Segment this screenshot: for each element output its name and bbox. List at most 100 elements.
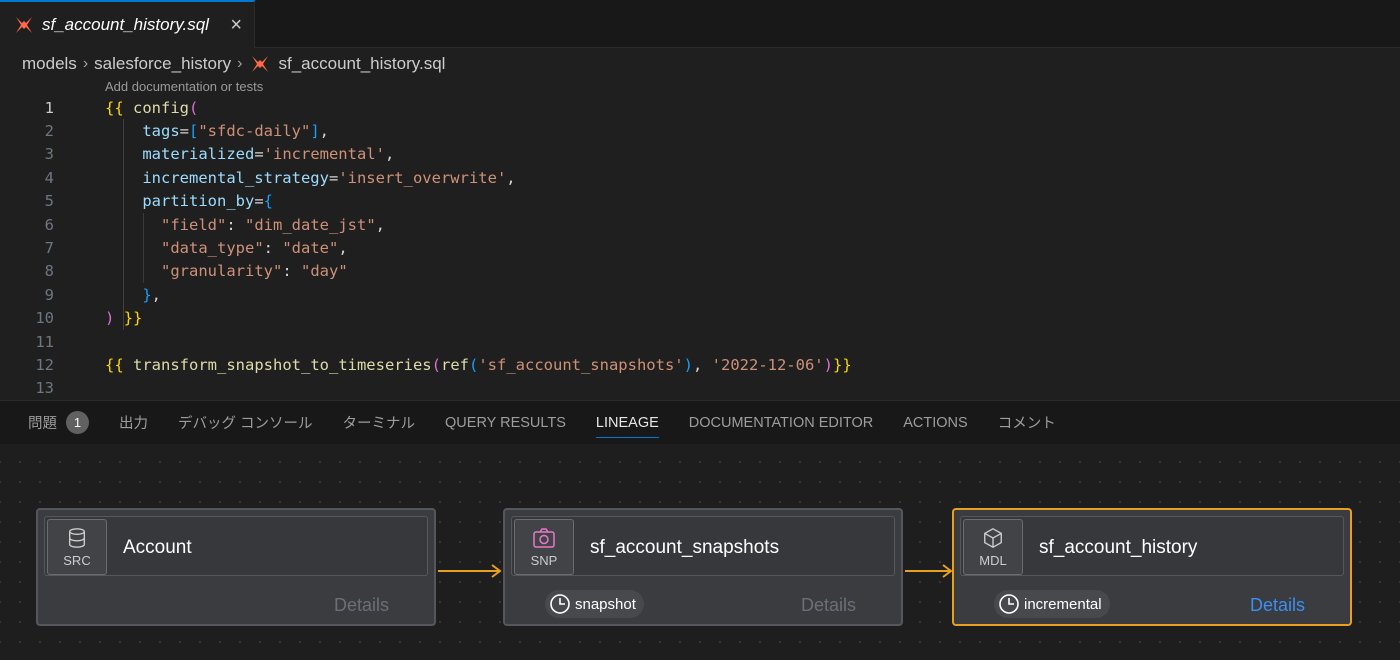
materialization-pill: snapshot xyxy=(545,590,644,618)
code-line[interactable]: 2 tags=["sfdc-daily"], xyxy=(0,119,1400,142)
line-number: 11 xyxy=(35,332,54,351)
panel-tab[interactable]: ターミナル xyxy=(343,401,416,445)
code-line[interactable]: 8 "granularity": "day" xyxy=(0,260,1400,283)
code-text: partition_by={ xyxy=(142,192,273,211)
panel-tab[interactable]: DOCUMENTATION EDITOR xyxy=(689,401,873,445)
breadcrumb: models › salesforce_history › sf_account… xyxy=(22,52,445,76)
code-text: tags=["sfdc-daily"], xyxy=(142,122,330,141)
breadcrumb-item-models[interactable]: models xyxy=(22,54,77,74)
line-number: 3 xyxy=(44,145,54,164)
editor-tab-bar: sf_account_history.sql × xyxy=(0,0,1400,48)
code-line[interactable]: 11 xyxy=(0,330,1400,353)
code-line[interactable]: 9 }, xyxy=(0,283,1400,306)
code-text: "data_type": "date", xyxy=(161,239,348,258)
pill-label: snapshot xyxy=(575,595,636,613)
code-text: {{ config( xyxy=(105,98,199,117)
cube-icon xyxy=(984,527,1002,548)
lineage-canvas[interactable]: SRC Account Details SNP sf_account_snaps… xyxy=(0,444,1400,660)
code-text: "field": "dim_date_jst", xyxy=(161,215,385,234)
line-number: 4 xyxy=(44,168,54,187)
node-type-badge: SNP xyxy=(514,519,574,575)
node-abbr: SRC xyxy=(63,552,91,568)
tab-title: sf_account_history.sql xyxy=(42,15,209,34)
clock-icon xyxy=(999,594,1019,614)
editor-tab[interactable]: sf_account_history.sql × xyxy=(0,0,255,48)
panel-tab-label: 出力 xyxy=(119,416,148,432)
code-line[interactable]: 4 incremental_strategy='insert_overwrite… xyxy=(0,166,1400,189)
clock-icon xyxy=(550,594,570,614)
node-name: sf_account_snapshots xyxy=(590,537,780,558)
panel-tab-label: ターミナル xyxy=(342,416,416,432)
details-link[interactable]: Details xyxy=(801,595,856,616)
code-editor[interactable]: 1{{ config(2 tags=["sfdc-daily"], 3 mater… xyxy=(0,96,1400,400)
panel-tab-label: 問題 xyxy=(28,416,57,432)
node-header: MDL sf_account_history xyxy=(960,516,1344,576)
node-header: SRC Account xyxy=(44,516,428,576)
node-name: Account xyxy=(123,537,192,558)
details-link[interactable]: Details xyxy=(1250,595,1305,616)
lineage-node-model[interactable]: MDL sf_account_history incremental Detai… xyxy=(952,508,1352,626)
panel-tab-label: LINEAGE xyxy=(595,414,659,431)
node-name: sf_account_history xyxy=(1039,537,1198,558)
panel-tab[interactable]: デバッグ コンソール xyxy=(178,401,313,445)
code-text: "granularity": "day" xyxy=(161,262,348,281)
code-line[interactable]: 7 "data_type": "date", xyxy=(0,236,1400,259)
materialization-pill: incremental xyxy=(994,590,1110,618)
line-number: 2 xyxy=(44,122,54,141)
panel-tab[interactable]: 問題 1 xyxy=(28,401,89,445)
lineage-edge-arrow xyxy=(438,564,502,578)
codelens-add-docs[interactable]: Add documentation or tests xyxy=(105,79,263,94)
panel-tab-bar: 問題 1 出力 デバッグ コンソール ターミナル QUERY RESULTS LINEAGE… xyxy=(0,400,1400,444)
lineage-node-snapshot[interactable]: SNP sf_account_snapshots snapshot Detail… xyxy=(503,508,903,626)
code-line[interactable]: 1 {{ config( xyxy=(0,96,1400,119)
code-text: ) }} xyxy=(105,309,143,328)
close-icon[interactable]: × xyxy=(230,14,242,37)
line-number: 12 xyxy=(35,356,54,375)
pill-label: incremental xyxy=(1024,595,1102,613)
lineage-edge-arrow xyxy=(905,564,953,578)
chevron-right-icon: › xyxy=(237,55,243,72)
line-number: 5 xyxy=(44,192,54,211)
panel-tab-label: QUERY RESULTS xyxy=(445,414,566,431)
panel-tab[interactable]: LINEAGE xyxy=(595,401,659,445)
panel-tab[interactable]: QUERY RESULTS xyxy=(445,401,566,445)
line-number: 10 xyxy=(35,309,54,328)
panel-tab-label: コメント xyxy=(997,416,1056,432)
panel-tab-label: ACTIONS xyxy=(903,414,968,431)
code-text: incremental_strategy='insert_overwrite', xyxy=(142,168,516,187)
node-type-badge: MDL xyxy=(963,519,1023,575)
code-text: {{ transform_snapshot_to_timeseries(ref(… xyxy=(105,356,852,375)
dbt-logo-icon xyxy=(252,56,269,72)
node-abbr: MDL xyxy=(979,552,1007,568)
code-line[interactable]: 6 "field": "dim_date_jst", xyxy=(0,213,1400,236)
code-line[interactable]: 12 {{ transform_snapshot_to_timeseries(re… xyxy=(0,353,1400,376)
panel-tab[interactable]: 出力 xyxy=(119,401,148,445)
lineage-node-source[interactable]: SRC Account Details xyxy=(36,508,436,626)
panel-tab[interactable]: コメント xyxy=(998,401,1056,445)
code-line[interactable]: 3 materialized='incremental', xyxy=(0,143,1400,166)
panel-tab[interactable]: ACTIONS xyxy=(903,401,967,445)
line-number: 6 xyxy=(44,215,54,234)
code-line[interactable]: 10 ) }} xyxy=(0,307,1400,330)
dbt-logo-icon xyxy=(16,17,32,33)
code-line[interactable]: 13 xyxy=(0,377,1400,400)
node-abbr: SNP xyxy=(530,552,558,568)
node-type-badge: SRC xyxy=(47,519,107,575)
line-number: 1 xyxy=(44,98,54,117)
node-header: SNP sf_account_snapshots xyxy=(511,516,895,576)
line-number: 9 xyxy=(44,285,54,304)
breadcrumb-item-file[interactable]: sf_account_history.sql xyxy=(278,54,445,74)
panel-tab-label: DOCUMENTATION EDITOR xyxy=(688,414,874,431)
line-number: 8 xyxy=(44,262,54,281)
camera-icon xyxy=(533,527,555,548)
database-icon xyxy=(68,527,86,548)
line-number: 13 xyxy=(35,379,54,398)
details-link[interactable]: Details xyxy=(334,595,389,616)
line-number: 7 xyxy=(44,239,54,258)
code-text: materialized='incremental', xyxy=(142,145,395,164)
panel-tab-label: デバッグ コンソール xyxy=(178,416,313,432)
chevron-right-icon: › xyxy=(82,55,89,72)
breadcrumb-item-folder[interactable]: salesforce_history xyxy=(94,54,231,74)
code-line[interactable]: 5 partition_by={ xyxy=(0,190,1400,213)
code-text: }, xyxy=(142,285,162,304)
